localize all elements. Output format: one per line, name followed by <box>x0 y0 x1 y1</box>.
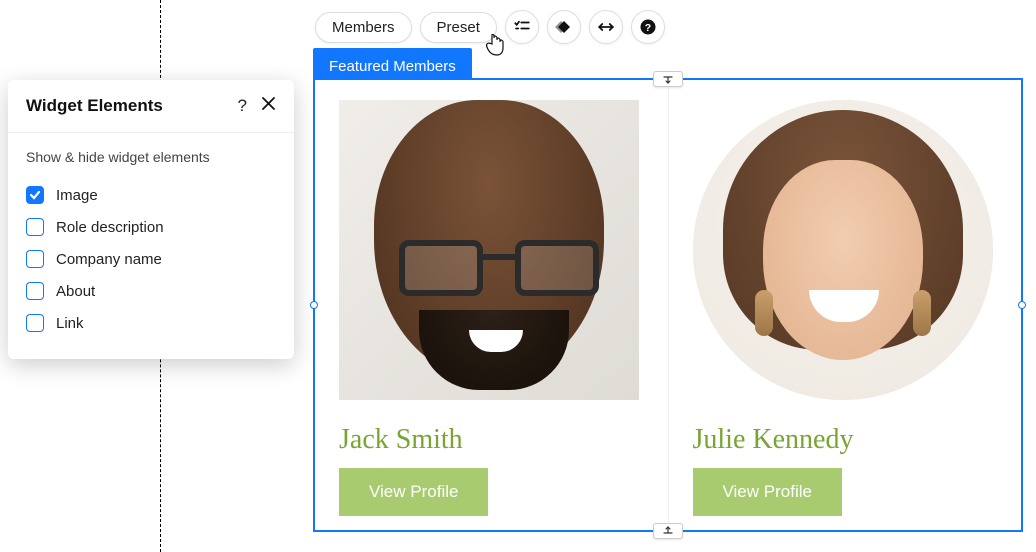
members-button[interactable]: Members <box>315 12 412 43</box>
widget-selection-frame[interactable]: Jack Smith View Profile Julie Kennedy Vi… <box>313 78 1023 532</box>
view-profile-button[interactable]: View Profile <box>339 468 488 516</box>
panel-body: Show & hide widget elements Image Role d… <box>8 133 294 359</box>
member-name: Jack Smith <box>339 424 463 456</box>
checkbox-icon <box>26 218 44 236</box>
editor-toolbar: Members Preset ? <box>315 10 665 44</box>
checkbox-icon <box>26 282 44 300</box>
checkbox-about[interactable]: About <box>26 275 276 307</box>
checkbox-link[interactable]: Link <box>26 307 276 339</box>
checkbox-label: About <box>56 283 95 300</box>
animation-icon[interactable] <box>547 10 581 44</box>
resize-handle-right[interactable] <box>1018 301 1026 309</box>
checkbox-company-name[interactable]: Company name <box>26 243 276 275</box>
checkbox-image[interactable]: Image <box>26 179 276 211</box>
stretch-icon[interactable] <box>589 10 623 44</box>
svg-text:?: ? <box>645 22 651 34</box>
widget-elements-panel: Widget Elements ? Show & hide widget ele… <box>8 80 294 359</box>
checklist-icon[interactable] <box>505 10 539 44</box>
checkbox-label: Company name <box>56 251 162 268</box>
member-card: Julie Kennedy View Profile <box>669 80 1022 530</box>
drag-handle-top[interactable] <box>653 71 683 87</box>
checkbox-icon <box>26 314 44 332</box>
checkbox-role-description[interactable]: Role description <box>26 211 276 243</box>
panel-help-icon[interactable]: ? <box>238 96 247 116</box>
view-profile-button[interactable]: View Profile <box>693 468 842 516</box>
member-card: Jack Smith View Profile <box>315 80 669 530</box>
resize-handle-left[interactable] <box>310 301 318 309</box>
help-icon[interactable]: ? <box>631 10 665 44</box>
member-name: Julie Kennedy <box>693 424 854 456</box>
checkbox-icon <box>26 250 44 268</box>
checkbox-label: Image <box>56 187 98 204</box>
member-image <box>339 100 639 400</box>
preset-button[interactable]: Preset <box>420 12 497 43</box>
drag-handle-bottom[interactable] <box>653 523 683 539</box>
panel-subtitle: Show & hide widget elements <box>26 149 276 165</box>
checkbox-label: Role description <box>56 219 164 236</box>
panel-header: Widget Elements ? <box>8 80 294 133</box>
checkbox-label: Link <box>56 315 84 332</box>
member-image <box>693 100 993 400</box>
widget-tab-label: Featured Members <box>329 58 456 75</box>
checkbox-icon <box>26 186 44 204</box>
close-icon[interactable] <box>261 96 276 116</box>
panel-title: Widget Elements <box>26 96 163 116</box>
